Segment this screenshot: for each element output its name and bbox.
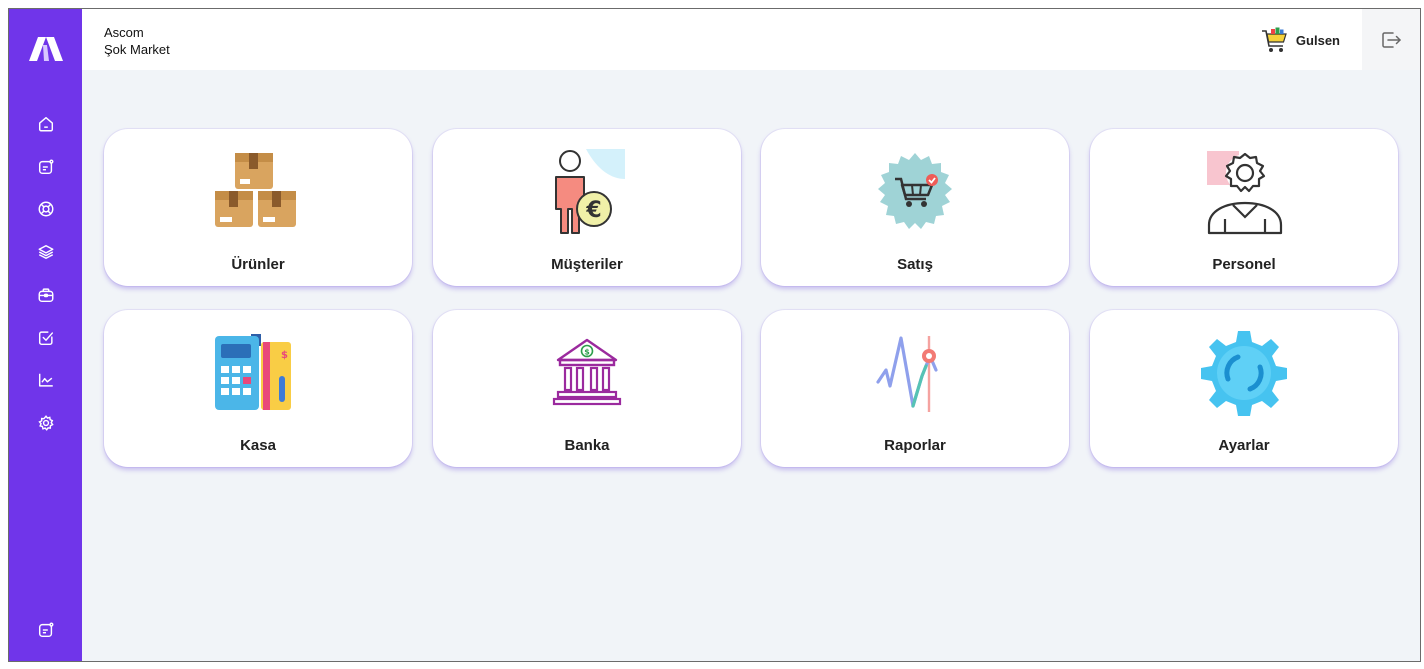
settings-gear-icon bbox=[1201, 331, 1287, 416]
note-icon bbox=[38, 159, 53, 175]
sidebar-item-tasks[interactable] bbox=[9, 320, 82, 356]
logout-button[interactable] bbox=[1362, 9, 1420, 70]
tile-customers[interactable]: € Müşteriler bbox=[433, 129, 741, 286]
svg-text:$: $ bbox=[584, 348, 590, 357]
sidebar-item-home[interactable] bbox=[9, 106, 82, 142]
shopping-cart-badge-icon bbox=[878, 153, 952, 229]
tile-bank[interactable]: $ Banka bbox=[433, 310, 741, 467]
briefcase-icon bbox=[38, 288, 53, 303]
tile-label: Raporlar bbox=[884, 437, 946, 454]
tile-label: Personel bbox=[1212, 256, 1276, 273]
tile-label: Müşteriler bbox=[551, 256, 623, 273]
tile-personnel[interactable]: Personel bbox=[1090, 129, 1398, 286]
layers-icon bbox=[38, 244, 53, 260]
company-name: Ascom bbox=[104, 25, 144, 40]
user-name: Gulsen bbox=[1295, 32, 1340, 48]
boxes-icon bbox=[215, 153, 296, 227]
tile-reports[interactable]: Raporlar bbox=[761, 310, 1069, 467]
chart-icon bbox=[38, 373, 53, 387]
store-name: Şok Market bbox=[104, 42, 170, 57]
sidebar-item-notes[interactable] bbox=[9, 149, 82, 185]
sidebar-item-layers[interactable] bbox=[9, 234, 82, 270]
tile-label: Kasa bbox=[240, 437, 276, 454]
checkbox-icon bbox=[38, 331, 53, 346]
sidebar-item-bottom-notes[interactable] bbox=[9, 612, 82, 648]
person-gear-icon bbox=[1207, 151, 1283, 235]
tile-label: Satış bbox=[897, 256, 933, 273]
sidebar-item-support[interactable] bbox=[9, 191, 82, 227]
user-menu[interactable]: Gulsen bbox=[1260, 25, 1340, 55]
sidebar-item-briefcase[interactable] bbox=[9, 277, 82, 313]
line-graph-icon bbox=[876, 336, 938, 412]
gear-icon bbox=[37, 415, 54, 431]
shopping-cart-icon bbox=[1261, 27, 1287, 52]
note-icon bbox=[38, 622, 53, 638]
tile-sales[interactable]: Satış bbox=[761, 129, 1069, 286]
cash-register-icon: $ bbox=[215, 334, 291, 410]
app-window: Ascom Şok Market Gulsen Ürünler € Müşter… bbox=[8, 8, 1421, 662]
lifebuoy-icon bbox=[38, 201, 53, 217]
tile-products[interactable]: Ürünler bbox=[104, 129, 412, 286]
tile-label: Banka bbox=[564, 437, 610, 454]
top-bar: Ascom Şok Market Gulsen bbox=[82, 9, 1420, 70]
home-icon bbox=[38, 116, 53, 132]
tile-cash[interactable]: $ Kasa bbox=[104, 310, 412, 467]
sidebar-item-settings[interactable] bbox=[9, 405, 82, 441]
bank-icon: $ bbox=[552, 338, 622, 406]
company-info: Ascom Şok Market bbox=[104, 24, 170, 58]
svg-text:€: € bbox=[585, 198, 601, 223]
logout-icon bbox=[1382, 31, 1401, 48]
tile-label: Ürünler bbox=[231, 256, 285, 273]
customer-euro-icon: € bbox=[555, 149, 625, 234]
brand-logo-icon[interactable] bbox=[27, 35, 65, 63]
sidebar-item-reports[interactable] bbox=[9, 362, 82, 398]
tile-label: Ayarlar bbox=[1218, 437, 1270, 454]
svg-text:$: $ bbox=[281, 350, 288, 361]
sidebar bbox=[9, 9, 82, 661]
tile-settings[interactable]: Ayarlar bbox=[1090, 310, 1398, 467]
